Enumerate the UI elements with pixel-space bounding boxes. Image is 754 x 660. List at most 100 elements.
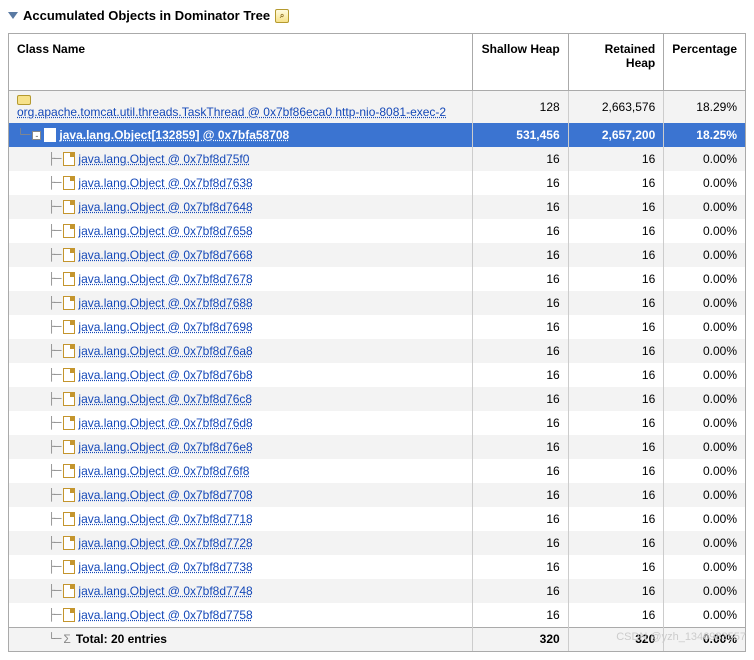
- class-link[interactable]: java.lang.Object @ 0x7bf8d76a8: [78, 344, 252, 358]
- class-icon: [63, 152, 75, 166]
- cell-retained: 16: [568, 387, 664, 411]
- table-row[interactable]: ├─java.lang.Object @ 0x7bf8d76a816160.00…: [9, 339, 745, 363]
- class-link[interactable]: java.lang.Object @ 0x7bf8d7718: [78, 512, 252, 526]
- cell-shallow: 16: [473, 291, 569, 315]
- table-row[interactable]: ├─java.lang.Object @ 0x7bf8d75f016160.00…: [9, 147, 745, 171]
- class-icon: [63, 392, 75, 406]
- class-icon: [63, 320, 75, 334]
- tree-line: ├─: [17, 296, 60, 310]
- tree-line: ├─: [17, 584, 60, 598]
- cell-shallow: 320: [473, 627, 569, 651]
- query-icon[interactable]: ⌕: [275, 9, 289, 23]
- table-row[interactable]: ├─java.lang.Object @ 0x7bf8d764816160.00…: [9, 195, 745, 219]
- tree-line: ├─: [17, 176, 60, 190]
- class-icon: [63, 296, 75, 310]
- selected-class-link[interactable]: java.lang.Object[132859] @ 0x7bfa58708: [59, 128, 289, 142]
- total-label: Total: 20 entries: [76, 632, 167, 646]
- cell-shallow: 16: [473, 555, 569, 579]
- class-icon: [63, 584, 75, 598]
- col-shallow-heap[interactable]: Shallow Heap: [473, 34, 569, 91]
- table-row[interactable]: ├─java.lang.Object @ 0x7bf8d771816160.00…: [9, 507, 745, 531]
- table-row[interactable]: ├─java.lang.Object @ 0x7bf8d766816160.00…: [9, 243, 745, 267]
- cell-retained: 16: [568, 219, 664, 243]
- table-row[interactable]: ├─java.lang.Object @ 0x7bf8d768816160.00…: [9, 291, 745, 315]
- table-row[interactable]: ├─java.lang.Object @ 0x7bf8d76e816160.00…: [9, 435, 745, 459]
- table-row[interactable]: ├─java.lang.Object @ 0x7bf8d767816160.00…: [9, 267, 745, 291]
- cell-percent: 0.00%: [664, 363, 745, 387]
- class-link[interactable]: java.lang.Object @ 0x7bf8d7648: [78, 200, 252, 214]
- cell-percent: 0.00%: [664, 459, 745, 483]
- sigma-icon: Σ: [63, 632, 72, 646]
- tree-line: ├─: [17, 560, 60, 574]
- table-row[interactable]: ├─java.lang.Object @ 0x7bf8d769816160.00…: [9, 315, 745, 339]
- cell-percent: 0.00%: [664, 147, 745, 171]
- cell-retained: 320: [568, 627, 664, 651]
- table-row[interactable]: ├─java.lang.Object @ 0x7bf8d76c816160.00…: [9, 387, 745, 411]
- cell-shallow: 16: [473, 219, 569, 243]
- table-row[interactable]: ├─java.lang.Object @ 0x7bf8d774816160.00…: [9, 579, 745, 603]
- class-link[interactable]: java.lang.Object @ 0x7bf8d7638: [78, 176, 252, 190]
- col-class-name[interactable]: Class Name: [9, 34, 473, 91]
- cell-percent: 0.00%: [664, 627, 745, 651]
- table-row[interactable]: ├─java.lang.Object @ 0x7bf8d772816160.00…: [9, 531, 745, 555]
- col-percentage[interactable]: Percentage: [664, 34, 745, 91]
- root-class-link[interactable]: org.apache.tomcat.util.threads.TaskThrea…: [17, 105, 446, 119]
- cell-shallow: 531,456: [473, 123, 569, 147]
- cell-shallow: 16: [473, 411, 569, 435]
- cell-percent: 0.00%: [664, 555, 745, 579]
- cell-percent: 0.00%: [664, 243, 745, 267]
- class-link[interactable]: java.lang.Object @ 0x7bf8d7728: [78, 536, 252, 550]
- collapse-toggle-icon[interactable]: [8, 12, 18, 19]
- table-row-root[interactable]: org.apache.tomcat.util.threads.TaskThrea…: [9, 91, 745, 124]
- table-row-selected[interactable]: └─ - java.lang.Object[132859] @ 0x7bfa58…: [9, 123, 745, 147]
- class-link[interactable]: java.lang.Object @ 0x7bf8d76d8: [78, 416, 252, 430]
- collapse-icon[interactable]: -: [32, 131, 41, 140]
- class-icon: [63, 608, 75, 622]
- cell-percent: 0.00%: [664, 579, 745, 603]
- cell-shallow: 16: [473, 579, 569, 603]
- class-link[interactable]: java.lang.Object @ 0x7bf8d7708: [78, 488, 252, 502]
- col-retained-heap[interactable]: Retained Heap: [568, 34, 664, 91]
- class-link[interactable]: java.lang.Object @ 0x7bf8d76b8: [78, 368, 252, 382]
- cell-shallow: 16: [473, 459, 569, 483]
- table-row[interactable]: ├─java.lang.Object @ 0x7bf8d76d816160.00…: [9, 411, 745, 435]
- tree-line: ├─: [17, 440, 60, 454]
- table-row[interactable]: ├─java.lang.Object @ 0x7bf8d775816160.00…: [9, 603, 745, 627]
- table-row[interactable]: ├─java.lang.Object @ 0x7bf8d76b816160.00…: [9, 363, 745, 387]
- class-link[interactable]: java.lang.Object @ 0x7bf8d7738: [78, 560, 252, 574]
- tree-line: ├─: [17, 392, 60, 406]
- tree-line: ├─: [17, 608, 60, 622]
- table-row[interactable]: ├─java.lang.Object @ 0x7bf8d763816160.00…: [9, 171, 745, 195]
- table-row[interactable]: ├─java.lang.Object @ 0x7bf8d770816160.00…: [9, 483, 745, 507]
- cell-shallow: 16: [473, 363, 569, 387]
- class-icon: [63, 464, 75, 478]
- class-link[interactable]: java.lang.Object @ 0x7bf8d76e8: [78, 440, 252, 454]
- class-link[interactable]: java.lang.Object @ 0x7bf8d7678: [78, 272, 252, 286]
- class-link[interactable]: java.lang.Object @ 0x7bf8d7658: [78, 224, 252, 238]
- cell-retained: 2,657,200: [568, 123, 664, 147]
- tree-line: ├─: [17, 464, 60, 478]
- class-link[interactable]: java.lang.Object @ 0x7bf8d7698: [78, 320, 252, 334]
- table-row[interactable]: ├─java.lang.Object @ 0x7bf8d765816160.00…: [9, 219, 745, 243]
- cell-percent: 0.00%: [664, 195, 745, 219]
- class-link[interactable]: java.lang.Object @ 0x7bf8d76f8: [78, 464, 249, 478]
- class-link[interactable]: java.lang.Object @ 0x7bf8d75f0: [78, 152, 249, 166]
- table-row[interactable]: ├─java.lang.Object @ 0x7bf8d773816160.00…: [9, 555, 745, 579]
- cell-shallow: 16: [473, 339, 569, 363]
- tree-line: ├─: [17, 344, 60, 358]
- class-link[interactable]: java.lang.Object @ 0x7bf8d7758: [78, 608, 252, 622]
- class-link[interactable]: java.lang.Object @ 0x7bf8d7688: [78, 296, 252, 310]
- cell-percent: 0.00%: [664, 387, 745, 411]
- cell-retained: 16: [568, 363, 664, 387]
- class-link[interactable]: java.lang.Object @ 0x7bf8d76c8: [78, 392, 252, 406]
- tree-line: ├─: [17, 272, 60, 286]
- cell-shallow: 16: [473, 435, 569, 459]
- class-icon: [63, 248, 75, 262]
- class-link[interactable]: java.lang.Object @ 0x7bf8d7668: [78, 248, 252, 262]
- class-link[interactable]: java.lang.Object @ 0x7bf8d7748: [78, 584, 252, 598]
- tree-line: ├─: [17, 224, 60, 238]
- cell-percent: 0.00%: [664, 171, 745, 195]
- cell-percent: 0.00%: [664, 267, 745, 291]
- table-row[interactable]: ├─java.lang.Object @ 0x7bf8d76f816160.00…: [9, 459, 745, 483]
- tree-line: ├─: [17, 200, 60, 214]
